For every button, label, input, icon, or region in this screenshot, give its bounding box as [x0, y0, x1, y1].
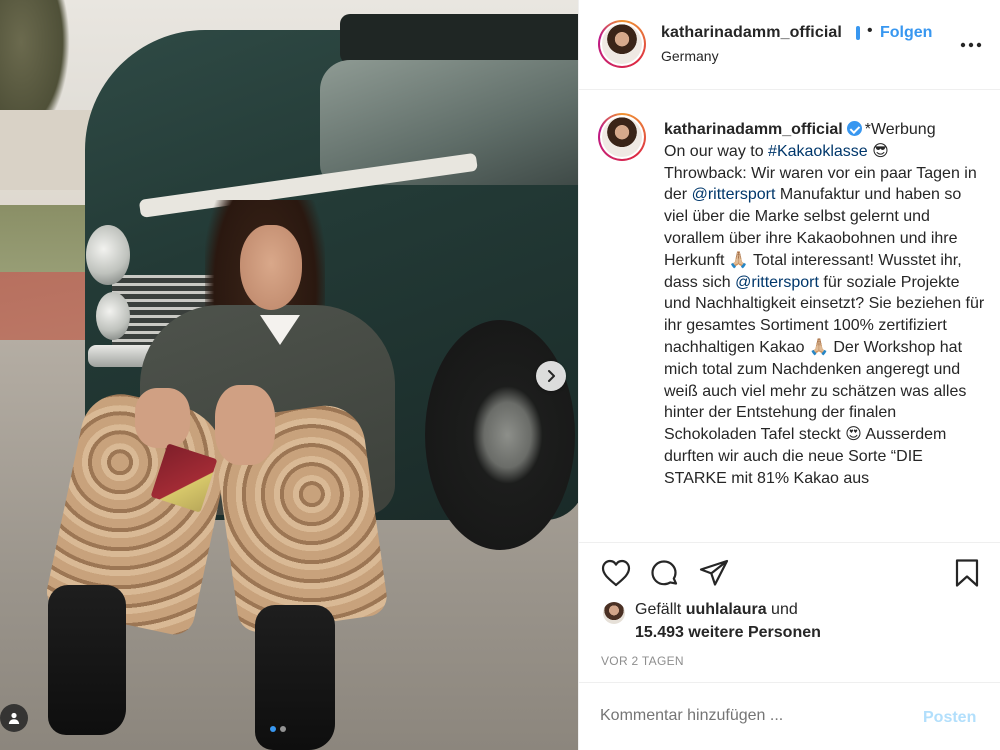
- save-button[interactable]: [950, 556, 984, 590]
- likes-count[interactable]: 15.493 weitere Personen: [635, 624, 821, 642]
- post-actions: [579, 542, 1000, 602]
- photo-car-headlight: [96, 292, 130, 340]
- post-caption: katharinadamm_official *Werbung On our way…: [579, 91, 1000, 542]
- next-image-button[interactable]: [536, 361, 566, 391]
- post-location[interactable]: Germany: [661, 48, 719, 64]
- more-horizontal-icon: [960, 42, 982, 48]
- caption-segment: für soziale Projekte und Nachhaltigkeit …: [664, 273, 985, 487]
- tagged-users-button[interactable]: [0, 704, 28, 732]
- author-username[interactable]: katharinadamm_official: [661, 24, 842, 42]
- comment-icon: [651, 560, 678, 586]
- caption-text: katharinadamm_official *Werbung On our way…: [664, 119, 989, 490]
- photo-car-roof: [340, 14, 578, 64]
- post-timestamp[interactable]: VOR 2 TAGEN: [601, 654, 684, 668]
- likes-line: Gefällt uuhlalaura und: [635, 601, 798, 619]
- photo-car-tire: [425, 320, 575, 550]
- caption-segment: 😎: [867, 142, 889, 160]
- verified-badge-icon: [856, 26, 860, 40]
- photo-person-hand: [135, 388, 190, 448]
- post-details-panel: katharinadamm_official • Folgen Germany …: [578, 0, 1000, 750]
- caption-username[interactable]: katharinadamm_official: [664, 121, 843, 138]
- likes-suffix: und: [766, 601, 798, 618]
- more-options-button[interactable]: [959, 33, 983, 57]
- comment-button[interactable]: [647, 556, 681, 590]
- chevron-right-icon: [548, 370, 555, 382]
- caption-author-avatar[interactable]: [598, 113, 646, 161]
- like-button[interactable]: [599, 556, 633, 590]
- likes-prefix: Gefällt: [635, 601, 686, 618]
- caption-segment: *Werbung: [864, 121, 936, 138]
- liker-username[interactable]: uuhlalaura: [686, 601, 767, 618]
- liker-avatar[interactable]: [603, 602, 625, 624]
- heart-icon: [601, 559, 631, 587]
- carousel-dot: [280, 726, 286, 732]
- photo-person-face: [240, 225, 302, 310]
- post-header: katharinadamm_official • Folgen Germany: [579, 0, 1000, 90]
- verified-badge-icon: [846, 121, 862, 136]
- share-icon: [699, 559, 729, 586]
- caption-link[interactable]: #Kakaoklasse: [768, 143, 868, 160]
- comment-bar: Posten: [579, 682, 1000, 750]
- bookmark-icon: [955, 559, 979, 587]
- caption-link[interactable]: @rittersport: [692, 186, 776, 203]
- carousel-indicator: [270, 726, 286, 732]
- user-tag-icon: [8, 712, 20, 724]
- photo-car-headlight: [86, 225, 130, 285]
- photo-person-boot: [48, 585, 126, 735]
- comment-input[interactable]: [600, 707, 900, 725]
- likes-summary: Gefällt uuhlalaura und 15.493 weitere Pe…: [579, 596, 1000, 646]
- follow-button[interactable]: Folgen: [880, 24, 932, 42]
- caption-segment: On our way to: [664, 142, 769, 160]
- post-photo[interactable]: [0, 0, 578, 750]
- photo-person-boot: [255, 605, 335, 750]
- share-button[interactable]: [697, 556, 731, 590]
- author-avatar[interactable]: [598, 20, 646, 68]
- header-separator: •: [867, 22, 873, 39]
- caption-body: *Werbung On our way to #Kakaoklasse 😎 Thro…: [664, 121, 984, 487]
- carousel-dot-active: [270, 726, 276, 732]
- photo-person-hand: [215, 385, 275, 465]
- post-comment-button[interactable]: Posten: [923, 709, 976, 727]
- caption-link[interactable]: @rittersport: [735, 274, 819, 291]
